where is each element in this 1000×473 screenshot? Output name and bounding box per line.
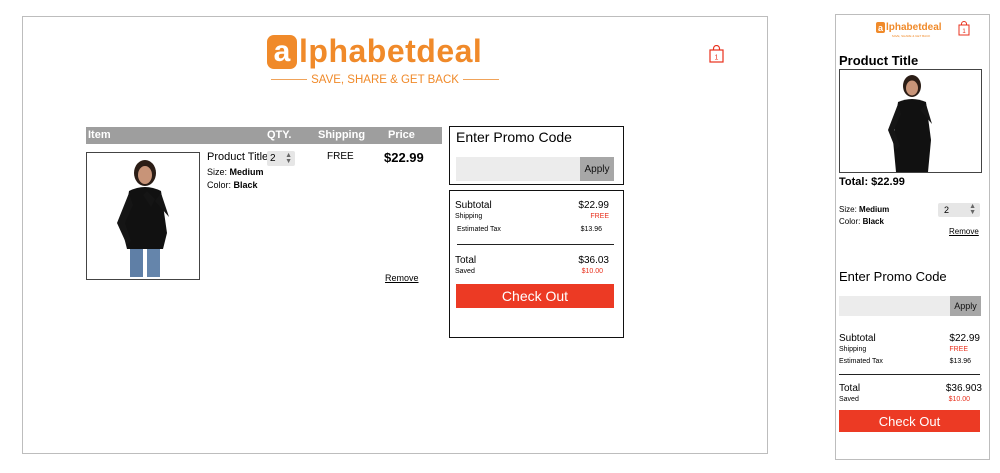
- subtotal-row: Subtotal $22.99: [455, 200, 609, 211]
- mobile-brand-tagline: SAVE, SHARE & GET BACK: [891, 34, 931, 38]
- remove-link[interactable]: Remove: [385, 273, 419, 283]
- product-attributes: Size: Medium Color: Black: [207, 167, 264, 190]
- mobile-remove-link[interactable]: Remove: [949, 227, 979, 236]
- svg-text:1: 1: [715, 55, 719, 62]
- shipping-value: FREE: [327, 151, 354, 162]
- total-row: Total $36.03: [455, 255, 609, 266]
- mobile-checkout-button[interactable]: Check Out: [839, 410, 980, 432]
- qty-down-icon[interactable]: ▼: [285, 158, 292, 165]
- mobile-summary-divider: [839, 374, 980, 375]
- color-value: Black: [233, 180, 258, 190]
- desktop-frame: a lphabetdeal SAVE, SHARE & GET BACK 1 I…: [22, 16, 768, 454]
- order-summary: Subtotal $22.99 Shipping FREE Estimated Ta…: [449, 190, 624, 338]
- mobile-logo-text: lphabetdeal: [886, 22, 942, 33]
- col-shipping: Shipping: [318, 129, 366, 141]
- mobile-qty-down-icon[interactable]: ▼: [969, 209, 976, 216]
- shipping-row: Shipping FREE: [455, 213, 609, 220]
- mobile-total-line: Total: $22.99: [839, 176, 905, 188]
- brand-tagline: SAVE, SHARE & GET BACK: [267, 74, 503, 86]
- logo-text: lphabetdeal: [299, 33, 483, 69]
- mobile-shipping-row: Shipping FREE: [839, 346, 968, 353]
- mobile-promo-input[interactable]: [839, 296, 950, 316]
- price-value: $22.99: [384, 150, 424, 165]
- brand-logo[interactable]: a lphabetdeal: [267, 33, 482, 70]
- col-price: Price: [388, 129, 415, 141]
- qty-value: 2: [270, 153, 276, 164]
- mobile-product-image[interactable]: [839, 69, 982, 173]
- cart-table-header: Item QTY. Shipping Price: [86, 127, 442, 144]
- mobile-product-title[interactable]: Product Title: [839, 53, 918, 68]
- mobile-cart-icon[interactable]: 1: [958, 21, 970, 36]
- checkout-button[interactable]: Check Out: [456, 284, 614, 308]
- svg-text:1: 1: [962, 29, 966, 35]
- product-title[interactable]: Product Title: [207, 151, 268, 163]
- product-image[interactable]: [86, 152, 200, 280]
- promo-panel: Enter Promo Code Apply: [449, 126, 624, 185]
- col-qty: QTY.: [267, 129, 292, 141]
- mobile-total-row: Total $36.903: [839, 383, 982, 394]
- quantity-stepper[interactable]: 2 ▲ ▼: [267, 151, 295, 166]
- mobile-qty-value: 2: [944, 205, 950, 215]
- saved-row: Saved $10.00: [455, 268, 603, 275]
- mobile-apply-button[interactable]: Apply: [950, 296, 981, 316]
- tax-row: Estimated Tax $13.96: [457, 226, 602, 233]
- mobile-product-attributes: Size: Medium Color: Black: [839, 205, 890, 226]
- mobile-brand-logo[interactable]: a lphabetdeal: [876, 22, 942, 33]
- logo-badge: a: [267, 34, 297, 69]
- size-value: Medium: [229, 167, 264, 177]
- promo-input[interactable]: [456, 157, 580, 181]
- col-item: Item: [88, 129, 111, 141]
- promo-title: Enter Promo Code: [456, 129, 572, 145]
- mobile-saved-row: Saved $10.00: [839, 396, 970, 403]
- cart-icon[interactable]: 1: [709, 44, 724, 63]
- mobile-logo-badge: a: [876, 22, 885, 33]
- summary-divider: [457, 244, 614, 245]
- mobile-subtotal-row: Subtotal $22.99: [839, 333, 980, 344]
- apply-button[interactable]: Apply: [580, 157, 614, 181]
- mobile-promo-title: Enter Promo Code: [839, 269, 947, 284]
- mobile-tax-row: Estimated Tax $13.96: [839, 358, 971, 365]
- mobile-quantity-stepper[interactable]: 2 ▲ ▼: [938, 203, 980, 217]
- mobile-frame: a lphabetdeal SAVE, SHARE & GET BACK 1 P…: [835, 14, 990, 460]
